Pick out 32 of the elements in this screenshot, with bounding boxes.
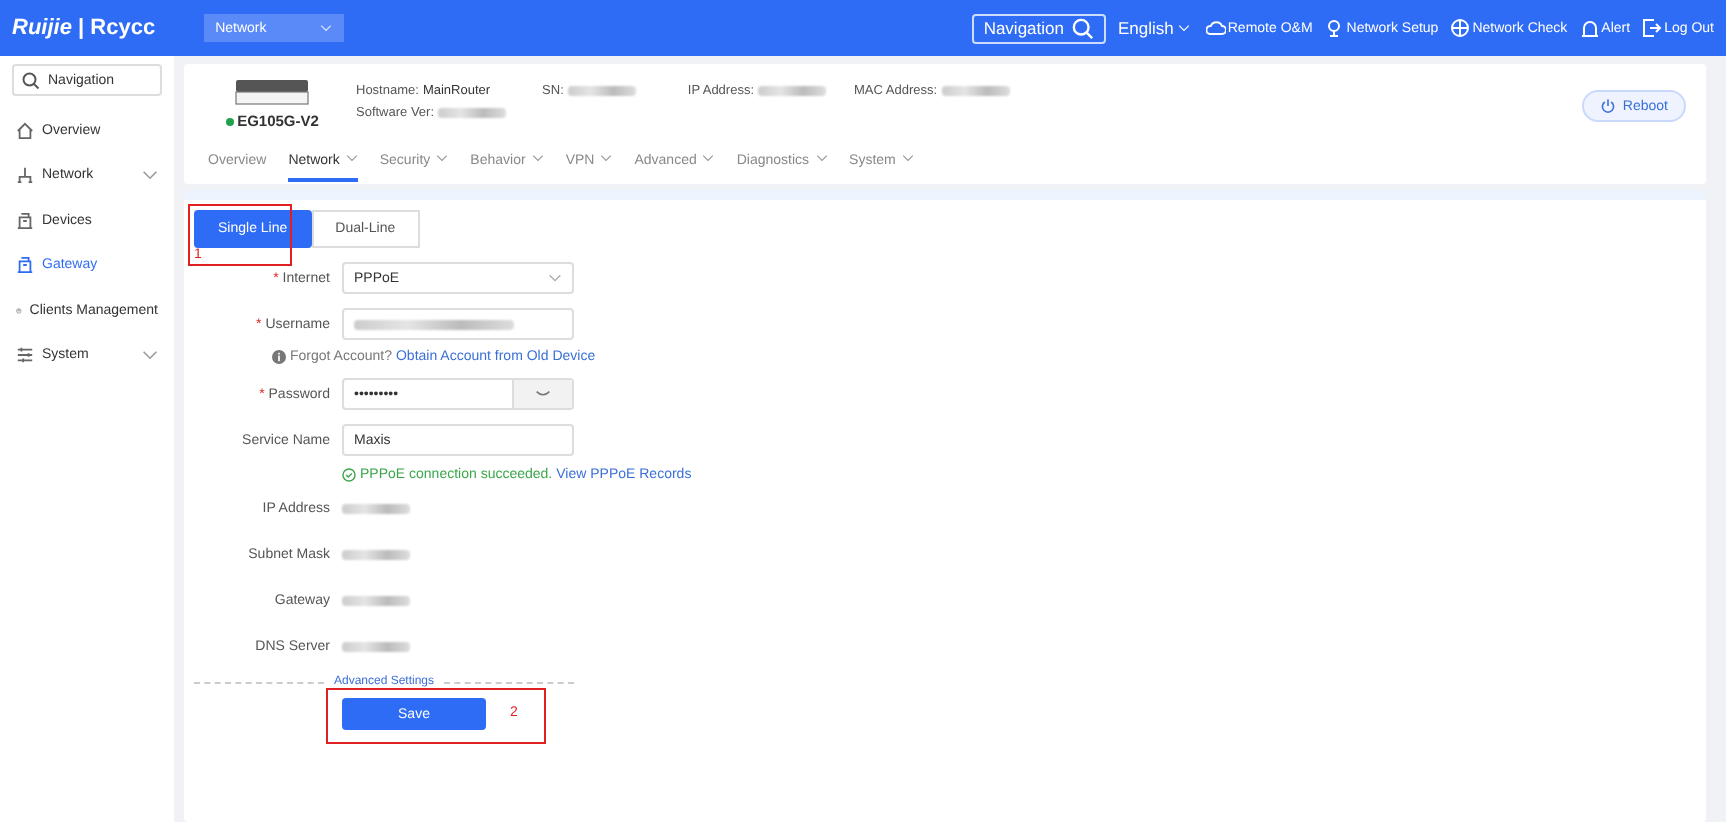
chevron-icon <box>319 24 332 32</box>
logout-icon <box>1642 18 1663 38</box>
blurred-value <box>438 108 507 118</box>
blurred-value <box>941 86 1010 96</box>
info-icon <box>272 350 286 364</box>
blurred-value <box>567 86 636 96</box>
search-icon <box>22 71 40 89</box>
chevron-icon <box>1177 24 1190 32</box>
chevron-icon <box>548 274 562 282</box>
search-icon <box>1071 17 1094 39</box>
router-icon <box>234 78 310 106</box>
username-field[interactable] <box>342 308 574 340</box>
blurred-value <box>342 504 410 514</box>
blurred-value <box>342 596 410 606</box>
building-icon <box>16 256 34 275</box>
navigation-search[interactable]: Navigation <box>971 13 1106 43</box>
blurred-value <box>758 86 827 96</box>
sliders-icon <box>16 346 34 365</box>
blurred-value <box>342 550 410 560</box>
cloud-icon <box>1205 18 1226 38</box>
blurred-value <box>342 642 410 652</box>
closed-eye-icon <box>534 390 552 398</box>
logo: Ruijie | Rcycc <box>12 16 156 40</box>
annotation-frame <box>188 204 292 266</box>
building-icon <box>16 211 34 230</box>
eye-toggle[interactable] <box>512 380 572 408</box>
check-circle-icon <box>342 468 356 482</box>
language-select[interactable]: English <box>1117 18 1190 38</box>
home-icon <box>16 121 34 140</box>
alert-icon <box>1579 18 1600 38</box>
power-icon <box>1600 98 1617 114</box>
network-icon <box>16 166 34 185</box>
